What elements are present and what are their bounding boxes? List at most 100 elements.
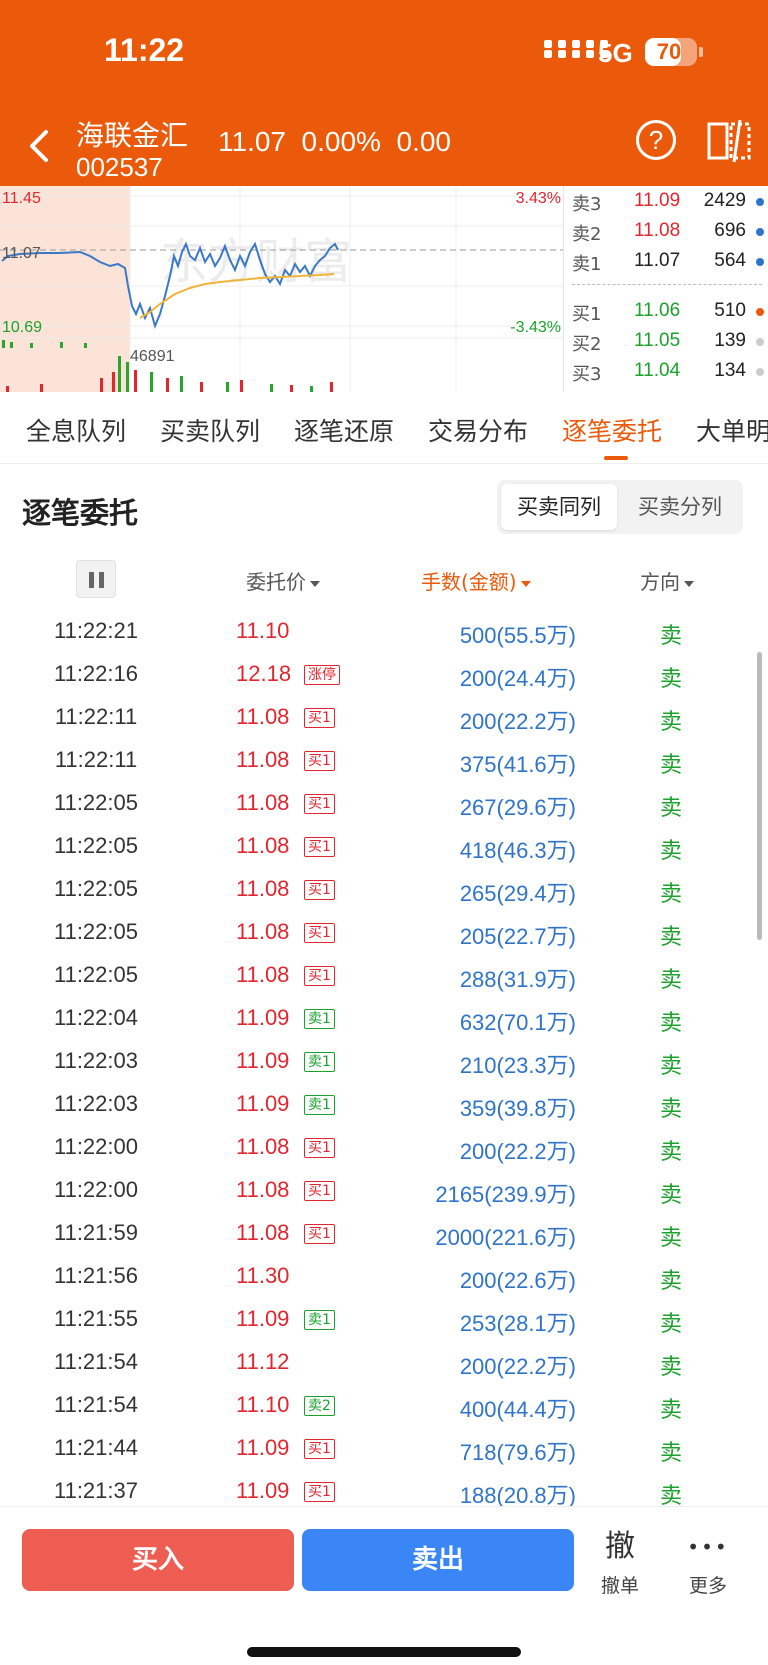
row-queue-tag: 涨停	[304, 665, 340, 685]
row-amount: 2000(221.6万)	[435, 1225, 576, 1250]
order-list[interactable]: 11:22:21 11.10 500(55.5万) 卖 11:22:16 12.18 涨停 2…	[0, 610, 768, 1513]
row-price: 11.08	[236, 1177, 290, 1202]
table-row[interactable]: 11:22:11 11.08 买1 375(41.6万) 卖	[0, 739, 768, 782]
row-price: 11.09	[236, 1478, 290, 1503]
row-direction: 卖	[660, 1441, 683, 1466]
row-price: 11.08	[236, 1220, 290, 1245]
row-direction: 卖	[660, 1054, 683, 1079]
row-time: 11:21:56	[53, 1263, 138, 1288]
table-row[interactable]: 11:22:05 11.08 买1 265(29.4万) 卖	[0, 868, 768, 911]
help-icon[interactable]: ?	[636, 120, 676, 160]
tab-trade-distribution[interactable]: 交易分布	[428, 412, 528, 448]
table-row[interactable]: 11:22:16 12.18 涨停 200(24.4万) 卖	[0, 653, 768, 696]
row-direction: 卖	[660, 1011, 683, 1036]
stock-code: 002537	[76, 152, 163, 182]
row-price: 11.09	[236, 1306, 290, 1331]
table-row[interactable]: 11:22:11 11.08 买1 200(22.2万) 卖	[0, 696, 768, 739]
cancel-icon: 撤	[605, 1529, 635, 1564]
table-row[interactable]: 11:21:59 11.08 买1 2000(221.6万) 卖	[0, 1212, 768, 1255]
direction-column-header[interactable]: 方向	[640, 566, 694, 595]
price-column-header[interactable]: 委托价	[246, 566, 320, 595]
tab-order-by-order[interactable]: 逐笔委托	[562, 412, 662, 448]
table-row[interactable]: 11:22:05 11.08 买1 267(29.6万) 卖	[0, 782, 768, 825]
buy-button[interactable]: 买入	[22, 1529, 294, 1591]
row-direction: 卖	[660, 1140, 683, 1165]
row-price: 11.09	[236, 1005, 290, 1030]
row-amount: 210(23.3万)	[459, 1053, 576, 1078]
table-row[interactable]: 11:21:55 11.09 卖1 253(28.1万) 卖	[0, 1298, 768, 1341]
row-queue-tag: 卖1	[304, 1009, 335, 1029]
row-amount: 2165(239.9万)	[435, 1182, 576, 1207]
order-book[interactable]: 卖3 11.09 2429 卖2 11.08 696 卖1 11.07 564 …	[563, 186, 768, 392]
row-amount: 418(46.3万)	[459, 838, 576, 863]
tab-big-orders[interactable]: 大单明	[696, 412, 768, 448]
row-price: 11.09	[236, 1435, 290, 1460]
more-icon: •••	[687, 1535, 729, 1559]
table-row[interactable]: 11:22:00 11.08 买1 2165(239.9万) 卖	[0, 1169, 768, 1212]
ask-row-3: 卖3 11.09 2429	[572, 190, 768, 220]
row-time: 11:21:54	[53, 1349, 138, 1374]
row-time: 11:22:03	[53, 1048, 138, 1073]
bid-row-2: 买2 11.05 139	[572, 330, 768, 360]
row-time: 11:21:37	[53, 1478, 138, 1503]
table-row[interactable]: 11:22:21 11.10 500(55.5万) 卖	[0, 610, 768, 653]
row-price: 11.09	[236, 1091, 290, 1116]
tab-full-queue[interactable]: 全息队列	[26, 412, 126, 448]
row-time: 11:21:59	[53, 1220, 138, 1245]
row-queue-tag: 卖1	[304, 1310, 335, 1330]
sell-button[interactable]: 卖出	[302, 1529, 574, 1591]
table-row[interactable]: 11:22:05 11.08 买1 205(22.7万) 卖	[0, 911, 768, 954]
row-price: 11.12	[236, 1349, 290, 1374]
back-icon[interactable]	[24, 124, 54, 168]
amount-column-header[interactable]: 手数(金额)	[421, 566, 531, 595]
more-button[interactable]: ••• 更多	[668, 1529, 748, 1598]
stock-quote: 11.07 0.00% 0.00	[218, 126, 451, 157]
row-price: 11.08	[236, 962, 290, 987]
chart-svg: 东方财富 11.45 11.07 10.69 3.43% -3.43% 4689…	[0, 186, 563, 392]
row-amount: 632(70.1万)	[459, 1010, 576, 1035]
stock-header: 海联金汇 002537 11.07 0.00% 0.00 ?	[0, 108, 768, 186]
table-row[interactable]: 11:21:44 11.09 买1 718(79.6万) 卖	[0, 1427, 768, 1470]
cancel-order-button[interactable]: 撤 撤单	[580, 1529, 660, 1598]
switch-layout-icon[interactable]	[706, 118, 752, 164]
row-amount: 267(29.6万)	[459, 795, 576, 820]
chart-volume: 46891	[130, 348, 175, 365]
battery-icon: 70	[645, 38, 703, 66]
row-amount: 205(22.7万)	[459, 924, 576, 949]
bottom-toolbar: 买入 卖出 撤 撤单 ••• 更多	[0, 1506, 768, 1665]
table-row[interactable]: 11:22:00 11.08 买1 200(22.2万) 卖	[0, 1126, 768, 1169]
table-row[interactable]: 11:21:54 11.12 200(22.2万) 卖	[0, 1341, 768, 1384]
row-price: 11.08	[236, 833, 290, 858]
row-amount: 718(79.6万)	[459, 1440, 576, 1465]
row-price: 12.18	[236, 661, 292, 686]
table-row[interactable]: 11:22:04 11.09 卖1 632(70.1万) 卖	[0, 997, 768, 1040]
row-price: 11.08	[236, 876, 290, 901]
row-queue-tag: 买1	[304, 708, 335, 728]
table-row[interactable]: 11:22:03 11.09 卖1 359(39.8万) 卖	[0, 1083, 768, 1126]
row-direction: 卖	[660, 710, 683, 735]
table-row[interactable]: 11:22:05 11.08 买1 288(31.9万) 卖	[0, 954, 768, 997]
table-row[interactable]: 11:21:54 11.10 卖2 400(44.4万) 卖	[0, 1384, 768, 1427]
table-row[interactable]: 11:22:05 11.08 买1 418(46.3万) 卖	[0, 825, 768, 868]
row-direction: 卖	[660, 1183, 683, 1208]
tab-tick-restore[interactable]: 逐笔还原	[294, 412, 394, 448]
row-amount: 200(22.2万)	[459, 709, 576, 734]
ask-row-2: 卖2 11.08 696	[572, 220, 768, 250]
tab-bid-ask-queue[interactable]: 买卖队列	[160, 412, 260, 448]
table-row[interactable]: 11:22:03 11.09 卖1 210(23.3万) 卖	[0, 1040, 768, 1083]
scrollbar[interactable]	[757, 652, 762, 940]
same-column-button[interactable]: 买卖同列	[501, 484, 617, 530]
pause-icon[interactable]	[76, 560, 116, 598]
status-time: 11:22	[104, 32, 185, 68]
row-amount: 200(24.4万)	[459, 666, 576, 691]
row-price: 11.09	[236, 1048, 290, 1073]
network-type: 5G	[598, 38, 633, 68]
split-column-button[interactable]: 买卖分列	[621, 484, 739, 530]
row-direction: 卖	[660, 624, 683, 649]
row-time: 11:22:11	[54, 704, 138, 729]
watermark: 东方财富	[160, 234, 352, 290]
row-queue-tag: 卖2	[304, 1396, 335, 1416]
row-direction: 卖	[660, 667, 683, 692]
row-price: 11.08	[236, 704, 290, 729]
table-row[interactable]: 11:21:56 11.30 200(22.6万) 卖	[0, 1255, 768, 1298]
